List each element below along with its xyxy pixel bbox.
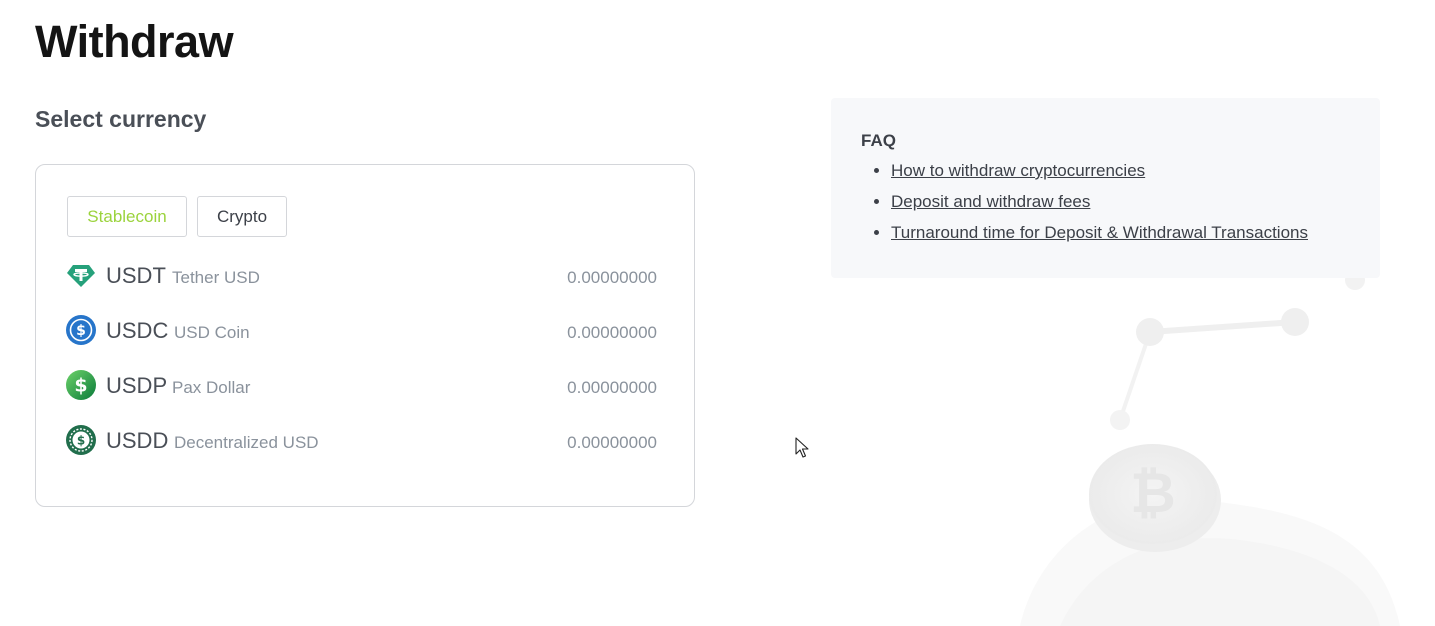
currency-symbol: USDD	[106, 428, 169, 453]
currency-selector-card: Stablecoin Crypto USDT Tether USD 0.0000…	[35, 164, 695, 507]
currency-symbol: USDC	[106, 318, 169, 343]
currency-name: USD Coin	[174, 323, 250, 342]
list-item: Turnaround time for Deposit & Withdrawal…	[891, 220, 1308, 251]
faq-panel: FAQ How to withdraw cryptocurrencies Dep…	[831, 98, 1380, 278]
currency-name: Pax Dollar	[172, 378, 251, 397]
currency-row-usdd[interactable]: $ USDD Decentralized USD 0.00000000	[66, 423, 657, 457]
svg-text:₿: ₿	[1130, 461, 1176, 526]
tether-icon	[66, 260, 96, 290]
currency-row-usdt[interactable]: USDT Tether USD 0.00000000	[66, 258, 657, 292]
decentralized-usd-icon: $	[66, 425, 96, 455]
faq-link-list: How to withdraw cryptocurrencies Deposit…	[861, 158, 1308, 251]
list-item: Deposit and withdraw fees	[891, 189, 1308, 220]
mouse-pointer-icon	[795, 437, 809, 458]
page-title: Withdraw	[35, 16, 234, 67]
currency-row-usdc[interactable]: $ USDC USD Coin 0.00000000	[66, 313, 657, 347]
tab-crypto[interactable]: Crypto	[197, 196, 287, 237]
faq-link-fees[interactable]: Deposit and withdraw fees	[891, 192, 1090, 211]
faq-link-withdraw-crypto[interactable]: How to withdraw cryptocurrencies	[891, 161, 1145, 180]
svg-text:$: $	[74, 375, 87, 397]
svg-text:$: $	[77, 434, 85, 448]
currency-row-usdp[interactable]: $ USDP Pax Dollar 0.00000000	[66, 368, 657, 402]
currency-symbol: USDT	[106, 263, 166, 288]
currency-name: Tether USD	[172, 268, 260, 287]
currency-balance: 0.00000000	[567, 323, 657, 342]
currency-balance: 0.00000000	[567, 378, 657, 397]
select-currency-heading: Select currency	[35, 106, 207, 132]
svg-text:$: $	[76, 323, 86, 339]
currency-balance: 0.00000000	[567, 433, 657, 452]
list-item: How to withdraw cryptocurrencies	[891, 158, 1308, 189]
currency-balance: 0.00000000	[567, 268, 657, 287]
currency-name: Decentralized USD	[174, 433, 319, 452]
faq-title: FAQ	[861, 131, 896, 150]
faq-link-turnaround-time[interactable]: Turnaround time for Deposit & Withdrawal…	[891, 223, 1308, 242]
currency-symbol: USDP	[106, 373, 168, 398]
usd-coin-icon: $	[66, 315, 96, 345]
pax-dollar-icon: $	[66, 370, 96, 400]
tab-stablecoin[interactable]: Stablecoin	[67, 196, 187, 237]
bitcoin-illustration-icon: ₿	[1020, 270, 1400, 626]
